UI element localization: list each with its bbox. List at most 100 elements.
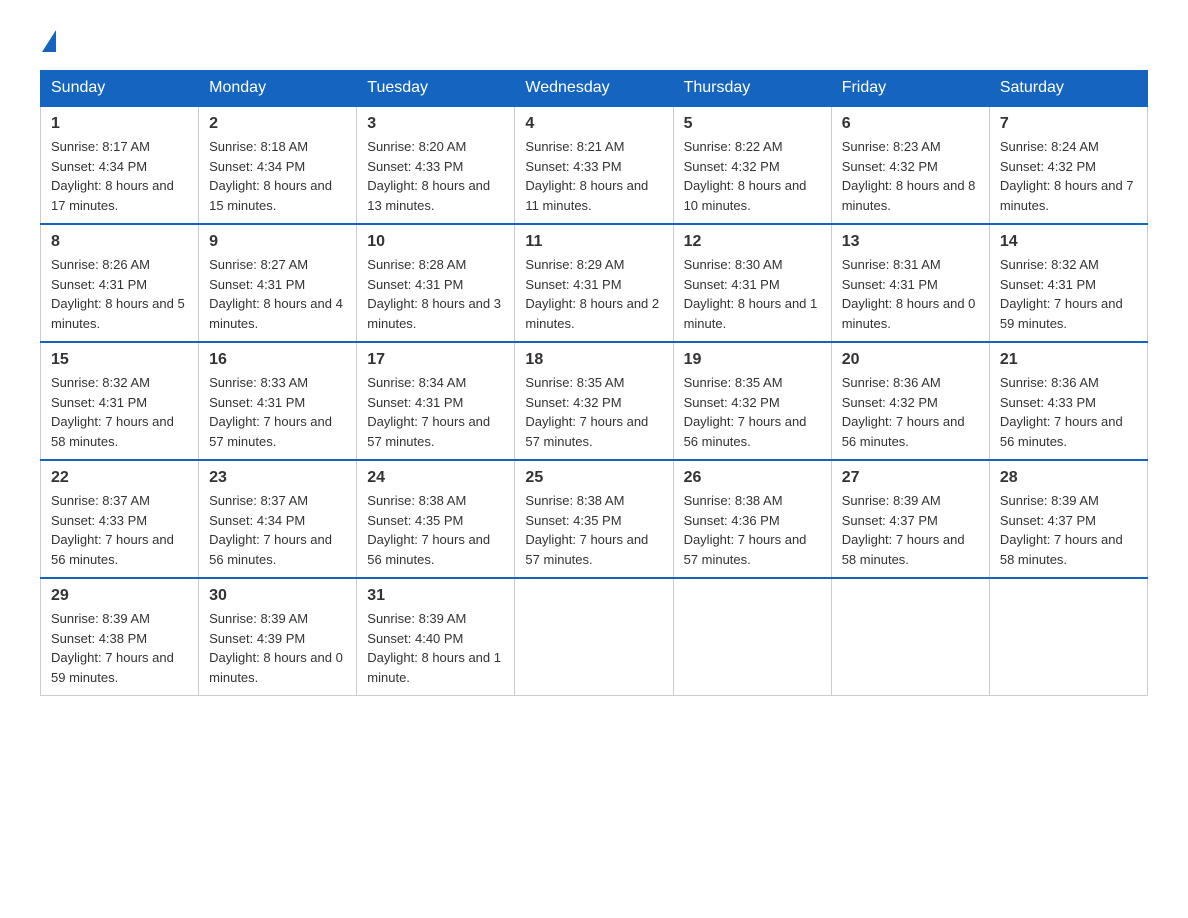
calendar-table: SundayMondayTuesdayWednesdayThursdayFrid… [40,70,1148,696]
day-number: 20 [842,351,979,369]
day-cell: 13 Sunrise: 8:31 AMSunset: 4:31 PMDaylig… [831,224,989,342]
day-number: 2 [209,115,346,133]
day-info: Sunrise: 8:23 AMSunset: 4:32 PMDaylight:… [842,139,976,213]
day-number: 4 [525,115,662,133]
column-header-sunday: Sunday [41,71,199,107]
day-number: 9 [209,233,346,251]
day-cell: 31 Sunrise: 8:39 AMSunset: 4:40 PMDaylig… [357,578,515,696]
day-number: 29 [51,587,188,605]
day-info: Sunrise: 8:39 AMSunset: 4:39 PMDaylight:… [209,611,343,685]
day-info: Sunrise: 8:37 AMSunset: 4:34 PMDaylight:… [209,493,332,567]
day-cell: 1 Sunrise: 8:17 AMSunset: 4:34 PMDayligh… [41,106,199,224]
day-cell: 8 Sunrise: 8:26 AMSunset: 4:31 PMDayligh… [41,224,199,342]
day-number: 25 [525,469,662,487]
day-cell: 14 Sunrise: 8:32 AMSunset: 4:31 PMDaylig… [989,224,1147,342]
day-number: 16 [209,351,346,369]
day-cell [831,578,989,696]
day-cell: 6 Sunrise: 8:23 AMSunset: 4:32 PMDayligh… [831,106,989,224]
day-info: Sunrise: 8:28 AMSunset: 4:31 PMDaylight:… [367,257,501,331]
day-cell: 2 Sunrise: 8:18 AMSunset: 4:34 PMDayligh… [199,106,357,224]
day-number: 11 [525,233,662,251]
day-number: 22 [51,469,188,487]
day-info: Sunrise: 8:21 AMSunset: 4:33 PMDaylight:… [525,139,648,213]
calendar-body: 1 Sunrise: 8:17 AMSunset: 4:34 PMDayligh… [41,106,1148,696]
column-header-monday: Monday [199,71,357,107]
day-info: Sunrise: 8:35 AMSunset: 4:32 PMDaylight:… [525,375,648,449]
day-info: Sunrise: 8:37 AMSunset: 4:33 PMDaylight:… [51,493,174,567]
day-number: 14 [1000,233,1137,251]
day-cell: 20 Sunrise: 8:36 AMSunset: 4:32 PMDaylig… [831,342,989,460]
day-info: Sunrise: 8:24 AMSunset: 4:32 PMDaylight:… [1000,139,1134,213]
day-info: Sunrise: 8:39 AMSunset: 4:38 PMDaylight:… [51,611,174,685]
day-info: Sunrise: 8:29 AMSunset: 4:31 PMDaylight:… [525,257,659,331]
day-info: Sunrise: 8:38 AMSunset: 4:36 PMDaylight:… [684,493,807,567]
day-cell: 11 Sunrise: 8:29 AMSunset: 4:31 PMDaylig… [515,224,673,342]
day-number: 19 [684,351,821,369]
day-cell: 22 Sunrise: 8:37 AMSunset: 4:33 PMDaylig… [41,460,199,578]
day-info: Sunrise: 8:17 AMSunset: 4:34 PMDaylight:… [51,139,174,213]
day-number: 3 [367,115,504,133]
day-info: Sunrise: 8:39 AMSunset: 4:40 PMDaylight:… [367,611,501,685]
day-info: Sunrise: 8:30 AMSunset: 4:31 PMDaylight:… [684,257,818,331]
day-number: 1 [51,115,188,133]
day-cell: 15 Sunrise: 8:32 AMSunset: 4:31 PMDaylig… [41,342,199,460]
week-row: 15 Sunrise: 8:32 AMSunset: 4:31 PMDaylig… [41,342,1148,460]
day-number: 26 [684,469,821,487]
column-header-saturday: Saturday [989,71,1147,107]
day-cell: 26 Sunrise: 8:38 AMSunset: 4:36 PMDaylig… [673,460,831,578]
day-info: Sunrise: 8:32 AMSunset: 4:31 PMDaylight:… [51,375,174,449]
day-cell: 29 Sunrise: 8:39 AMSunset: 4:38 PMDaylig… [41,578,199,696]
day-number: 18 [525,351,662,369]
day-number: 5 [684,115,821,133]
day-info: Sunrise: 8:36 AMSunset: 4:32 PMDaylight:… [842,375,965,449]
day-number: 15 [51,351,188,369]
day-info: Sunrise: 8:20 AMSunset: 4:33 PMDaylight:… [367,139,490,213]
day-number: 10 [367,233,504,251]
day-cell: 3 Sunrise: 8:20 AMSunset: 4:33 PMDayligh… [357,106,515,224]
week-row: 22 Sunrise: 8:37 AMSunset: 4:33 PMDaylig… [41,460,1148,578]
day-cell: 17 Sunrise: 8:34 AMSunset: 4:31 PMDaylig… [357,342,515,460]
day-cell: 9 Sunrise: 8:27 AMSunset: 4:31 PMDayligh… [199,224,357,342]
day-info: Sunrise: 8:32 AMSunset: 4:31 PMDaylight:… [1000,257,1123,331]
week-row: 1 Sunrise: 8:17 AMSunset: 4:34 PMDayligh… [41,106,1148,224]
day-cell: 19 Sunrise: 8:35 AMSunset: 4:32 PMDaylig… [673,342,831,460]
day-cell [515,578,673,696]
logo [40,30,56,50]
day-cell: 21 Sunrise: 8:36 AMSunset: 4:33 PMDaylig… [989,342,1147,460]
day-number: 17 [367,351,504,369]
day-info: Sunrise: 8:34 AMSunset: 4:31 PMDaylight:… [367,375,490,449]
day-number: 23 [209,469,346,487]
day-cell [989,578,1147,696]
day-cell: 24 Sunrise: 8:38 AMSunset: 4:35 PMDaylig… [357,460,515,578]
day-cell [673,578,831,696]
day-info: Sunrise: 8:27 AMSunset: 4:31 PMDaylight:… [209,257,343,331]
day-info: Sunrise: 8:18 AMSunset: 4:34 PMDaylight:… [209,139,332,213]
day-number: 30 [209,587,346,605]
column-header-wednesday: Wednesday [515,71,673,107]
day-number: 7 [1000,115,1137,133]
day-info: Sunrise: 8:38 AMSunset: 4:35 PMDaylight:… [367,493,490,567]
day-cell: 7 Sunrise: 8:24 AMSunset: 4:32 PMDayligh… [989,106,1147,224]
logo-triangle-icon [42,30,56,52]
day-number: 8 [51,233,188,251]
day-cell: 16 Sunrise: 8:33 AMSunset: 4:31 PMDaylig… [199,342,357,460]
header-row: SundayMondayTuesdayWednesdayThursdayFrid… [41,71,1148,107]
day-cell: 25 Sunrise: 8:38 AMSunset: 4:35 PMDaylig… [515,460,673,578]
day-number: 27 [842,469,979,487]
week-row: 29 Sunrise: 8:39 AMSunset: 4:38 PMDaylig… [41,578,1148,696]
day-number: 28 [1000,469,1137,487]
day-info: Sunrise: 8:39 AMSunset: 4:37 PMDaylight:… [842,493,965,567]
day-cell: 12 Sunrise: 8:30 AMSunset: 4:31 PMDaylig… [673,224,831,342]
day-cell: 23 Sunrise: 8:37 AMSunset: 4:34 PMDaylig… [199,460,357,578]
day-info: Sunrise: 8:31 AMSunset: 4:31 PMDaylight:… [842,257,976,331]
day-info: Sunrise: 8:38 AMSunset: 4:35 PMDaylight:… [525,493,648,567]
day-number: 24 [367,469,504,487]
day-cell: 27 Sunrise: 8:39 AMSunset: 4:37 PMDaylig… [831,460,989,578]
day-info: Sunrise: 8:36 AMSunset: 4:33 PMDaylight:… [1000,375,1123,449]
day-info: Sunrise: 8:39 AMSunset: 4:37 PMDaylight:… [1000,493,1123,567]
day-cell: 18 Sunrise: 8:35 AMSunset: 4:32 PMDaylig… [515,342,673,460]
page-header [40,30,1148,50]
day-info: Sunrise: 8:35 AMSunset: 4:32 PMDaylight:… [684,375,807,449]
day-cell: 28 Sunrise: 8:39 AMSunset: 4:37 PMDaylig… [989,460,1147,578]
column-header-thursday: Thursday [673,71,831,107]
